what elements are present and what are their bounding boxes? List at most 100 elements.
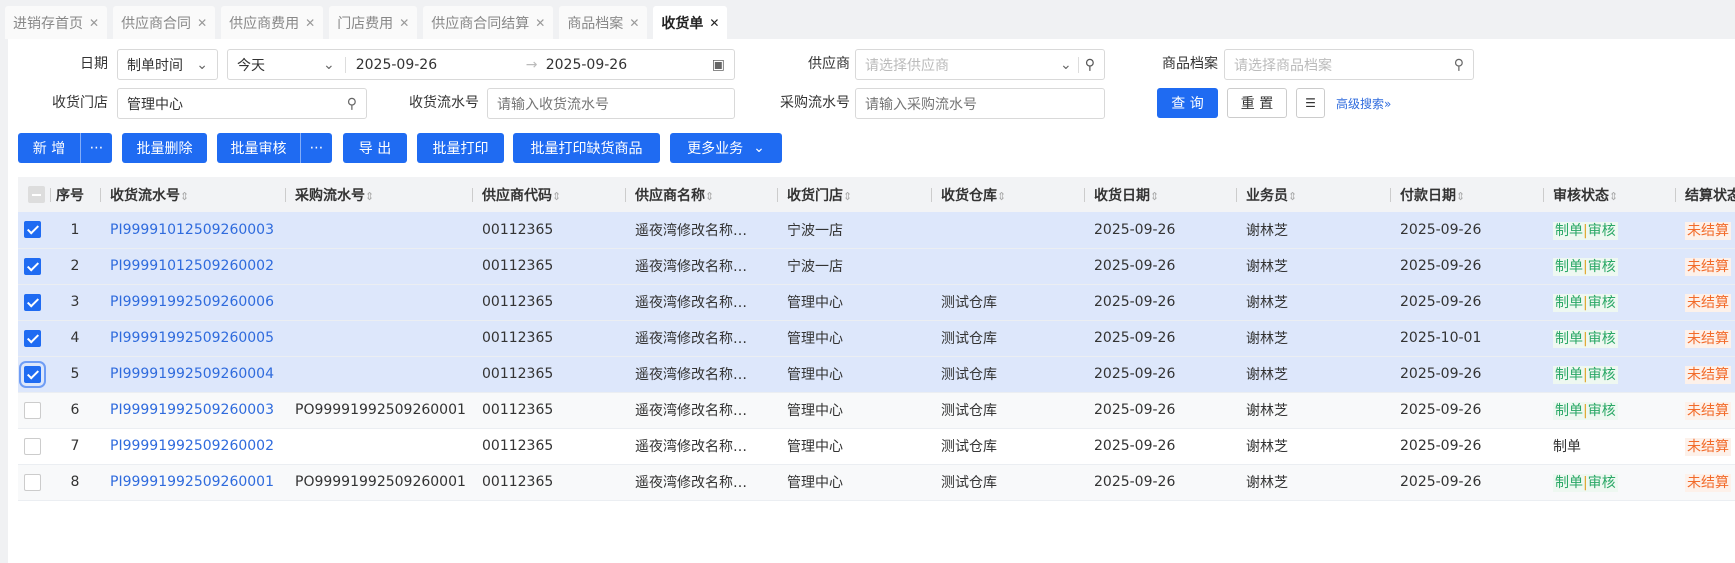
table-row[interactable]: 4 PI99991992509260005 00112365 遥夜湾修改名称… … xyxy=(18,320,1735,357)
column-header[interactable]: 采购流水号⇕ xyxy=(285,177,472,212)
settle-status-cell: 未结算 xyxy=(1675,248,1735,285)
date-type-select[interactable]: 制单时间 ⌄ xyxy=(117,49,218,80)
close-icon[interactable]: ✕ xyxy=(89,16,99,30)
tab-3[interactable]: 门店费用 ✕ xyxy=(329,6,418,39)
column-header[interactable]: 审核状态⇕ xyxy=(1543,177,1675,212)
add-button[interactable]: 新 增 xyxy=(18,133,80,163)
column-header[interactable]: 结算状态⇕ xyxy=(1675,177,1735,212)
tab-6[interactable]: 收货单 ✕ xyxy=(653,6,728,39)
sort-icon[interactable]: ⇕ xyxy=(843,190,852,203)
sort-icon[interactable]: ⇕ xyxy=(180,190,189,203)
receipt-date: 2025-09-26 xyxy=(1084,248,1236,285)
date-range-picker[interactable]: 今天 ⌄ 2025-09-26 → 2025-09-26 ▣ xyxy=(227,49,735,80)
supplier-name: 遥夜湾修改名称… xyxy=(625,320,777,357)
close-icon[interactable]: ✕ xyxy=(629,16,639,30)
column-header[interactable]: 供应商名称⇕ xyxy=(625,177,777,212)
close-icon[interactable]: ✕ xyxy=(709,16,719,30)
table-row[interactable]: 6 PI99991992509260003 PO9999199250926000… xyxy=(18,392,1735,429)
pay-date: 2025-09-26 xyxy=(1390,464,1543,501)
receipt-no-input[interactable] xyxy=(487,88,735,119)
select-all-checkbox[interactable] xyxy=(28,186,45,203)
batch-delete-button[interactable]: 批量删除 xyxy=(122,133,207,163)
column-header[interactable]: 付款日期⇕ xyxy=(1390,177,1543,212)
sort-icon[interactable]: ⇕ xyxy=(1456,190,1465,203)
export-button[interactable]: 导 出 xyxy=(343,133,407,163)
batch-print-shortage-button[interactable]: 批量打印缺货商品 xyxy=(513,133,660,163)
row-checkbox[interactable] xyxy=(24,329,41,347)
column-header[interactable]: 收货日期⇕ xyxy=(1084,177,1236,212)
column-header[interactable]: 收货仓库⇕ xyxy=(931,177,1084,212)
receipt-no-link[interactable]: PI99991992509260005 xyxy=(100,320,285,357)
receipt-no-link[interactable]: PI99991992509260002 xyxy=(100,428,285,465)
receipt-no-link[interactable]: PI99991992509260006 xyxy=(100,284,285,321)
range-arrow-icon: → xyxy=(525,56,538,73)
query-button[interactable]: 查 询 xyxy=(1157,88,1218,118)
receipt-no-link[interactable]: PI99991992509260003 xyxy=(100,392,285,429)
receipt-no-link[interactable]: PI99991012509260003 xyxy=(100,212,285,249)
more-business-dropdown[interactable]: 更多业务 ⌄ xyxy=(670,133,782,163)
search-icon[interactable]: ⚲ xyxy=(1454,57,1464,73)
tab-5[interactable]: 商品档案 ✕ xyxy=(559,6,648,39)
table-row[interactable]: 5 PI99991992509260004 00112365 遥夜湾修改名称… … xyxy=(18,356,1735,393)
column-header[interactable]: 收货门店⇕ xyxy=(777,177,931,212)
sort-icon[interactable]: ⇕ xyxy=(997,190,1006,203)
more-dots-icon[interactable]: ⋯ xyxy=(80,133,112,163)
table-row[interactable]: 3 PI99991992509260006 00112365 遥夜湾修改名称… … xyxy=(18,284,1735,321)
tab-2[interactable]: 供应商费用 ✕ xyxy=(221,6,324,39)
table-row[interactable]: 7 PI99991992509260002 00112365 遥夜湾修改名称… … xyxy=(18,428,1735,465)
tab-1[interactable]: 供应商合同 ✕ xyxy=(113,6,216,39)
advanced-search-link[interactable]: 高级搜索» xyxy=(1336,95,1391,112)
tab-0[interactable]: 进销存首页 ✕ xyxy=(5,6,108,39)
receipt-date: 2025-09-26 xyxy=(1084,284,1236,321)
purchase-no xyxy=(285,428,472,465)
sort-icon[interactable]: ⇕ xyxy=(365,190,374,203)
sort-icon[interactable]: ⇕ xyxy=(1609,190,1618,203)
search-icon[interactable]: ⚲ xyxy=(1085,57,1095,73)
sort-icon[interactable]: ⇕ xyxy=(1288,190,1297,203)
close-icon[interactable]: ✕ xyxy=(399,16,409,30)
column-header[interactable]: 供应商代码⇕ xyxy=(472,177,625,212)
settle-status-badge: 未结算 xyxy=(1685,258,1731,276)
column-settings-icon[interactable]: ☰ xyxy=(1296,88,1325,118)
product-select[interactable]: 请选择商品档案 ⚲ xyxy=(1224,49,1474,80)
batch-audit-button[interactable]: 批量审核 xyxy=(217,133,300,163)
store-input[interactable]: 管理中心 ⚲ xyxy=(117,88,367,119)
row-checkbox[interactable] xyxy=(24,401,41,419)
row-checkbox[interactable] xyxy=(24,293,41,311)
date-start[interactable]: 2025-09-26 xyxy=(356,57,526,73)
close-icon[interactable]: ✕ xyxy=(305,16,315,30)
divider xyxy=(1077,56,1079,73)
tab-4[interactable]: 供应商合同结算 ✕ xyxy=(423,6,554,39)
close-icon[interactable]: ✕ xyxy=(197,16,207,30)
receipt-no-link[interactable]: PI99991992509260001 xyxy=(100,464,285,501)
column-header[interactable]: 收货流水号⇕ xyxy=(100,177,285,212)
table-row[interactable]: 2 PI99991012509260002 00112365 遥夜湾修改名称… … xyxy=(18,248,1735,285)
purchase-no-input[interactable] xyxy=(855,88,1105,119)
column-header[interactable]: 业务员⇕ xyxy=(1236,177,1390,212)
row-checkbox[interactable] xyxy=(24,257,41,275)
receipt-no-link[interactable]: PI99991992509260004 xyxy=(100,356,285,393)
row-checkbox[interactable] xyxy=(24,473,41,491)
clerk: 谢林芝 xyxy=(1236,284,1390,321)
table-row[interactable]: 1 PI99991012509260003 00112365 遥夜湾修改名称… … xyxy=(18,212,1735,249)
close-icon[interactable]: ✕ xyxy=(535,16,545,30)
sort-icon[interactable]: ⇕ xyxy=(705,190,714,203)
row-checkbox[interactable] xyxy=(24,437,41,455)
table-row[interactable]: 8 PI99991992509260001 PO9999199250926000… xyxy=(18,464,1735,501)
batch-print-button[interactable]: 批量打印 xyxy=(417,133,504,163)
settle-status-badge: 未结算 xyxy=(1685,438,1731,456)
clerk: 谢林芝 xyxy=(1236,464,1390,501)
sort-icon[interactable]: ⇕ xyxy=(1150,190,1159,203)
reset-button[interactable]: 重 置 xyxy=(1227,88,1287,118)
date-end[interactable]: 2025-09-26 xyxy=(546,57,627,73)
receipt-no-link[interactable]: PI99991012509260002 xyxy=(100,248,285,285)
receipt-date: 2025-09-26 xyxy=(1084,392,1236,429)
search-icon[interactable]: ⚲ xyxy=(347,96,357,112)
supplier-name: 遥夜湾修改名称… xyxy=(625,356,777,393)
more-dots-icon[interactable]: ⋯ xyxy=(300,133,332,163)
row-checkbox[interactable] xyxy=(24,221,41,239)
row-checkbox[interactable] xyxy=(19,360,46,388)
calendar-icon[interactable]: ▣ xyxy=(712,57,725,73)
sort-icon[interactable]: ⇕ xyxy=(552,190,561,203)
supplier-select[interactable]: 请选择供应商 ⌄ ⚲ xyxy=(855,49,1105,80)
